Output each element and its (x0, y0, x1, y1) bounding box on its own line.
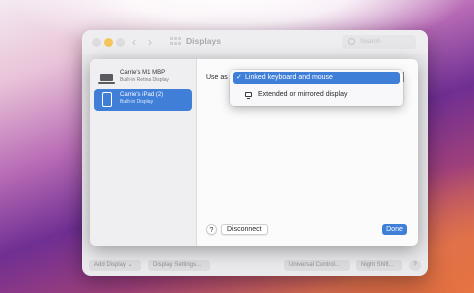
checkmark-icon: ✓ (236, 74, 242, 81)
device-list: Carrie's M1 MBP Built-in Retina Display … (90, 59, 197, 246)
device-subtitle: Built-in Display (120, 99, 154, 105)
done-button[interactable]: Done (382, 224, 407, 235)
use-as-dropdown-menu: ✓ Linked keyboard and mouse Extended or … (230, 70, 403, 106)
device-item-ipad[interactable]: Carrie's iPad (2) Built-in Display (94, 89, 192, 111)
help-button[interactable]: ? (206, 224, 217, 235)
use-as-label: Use as (206, 74, 228, 81)
menu-item-linked-keyboard-mouse[interactable]: ✓ Linked keyboard and mouse (233, 72, 400, 84)
menu-item-label: Extended or mirrored display (258, 91, 348, 98)
menu-item-extended-mirrored[interactable]: Extended or mirrored display (233, 89, 400, 101)
laptop-icon (98, 74, 115, 84)
ipad-icon (102, 92, 112, 107)
device-subtitle: Built-in Retina Display (120, 77, 169, 83)
device-name: Carrie's iPad (2) (120, 92, 164, 98)
menu-item-label: Linked keyboard and mouse (245, 74, 333, 81)
disconnect-button[interactable]: Disconnect (221, 224, 268, 235)
device-name: Carrie's M1 MBP (120, 70, 166, 76)
device-item-mbp[interactable]: Carrie's M1 MBP Built-in Retina Display (94, 67, 192, 89)
monitor-icon (245, 92, 252, 99)
